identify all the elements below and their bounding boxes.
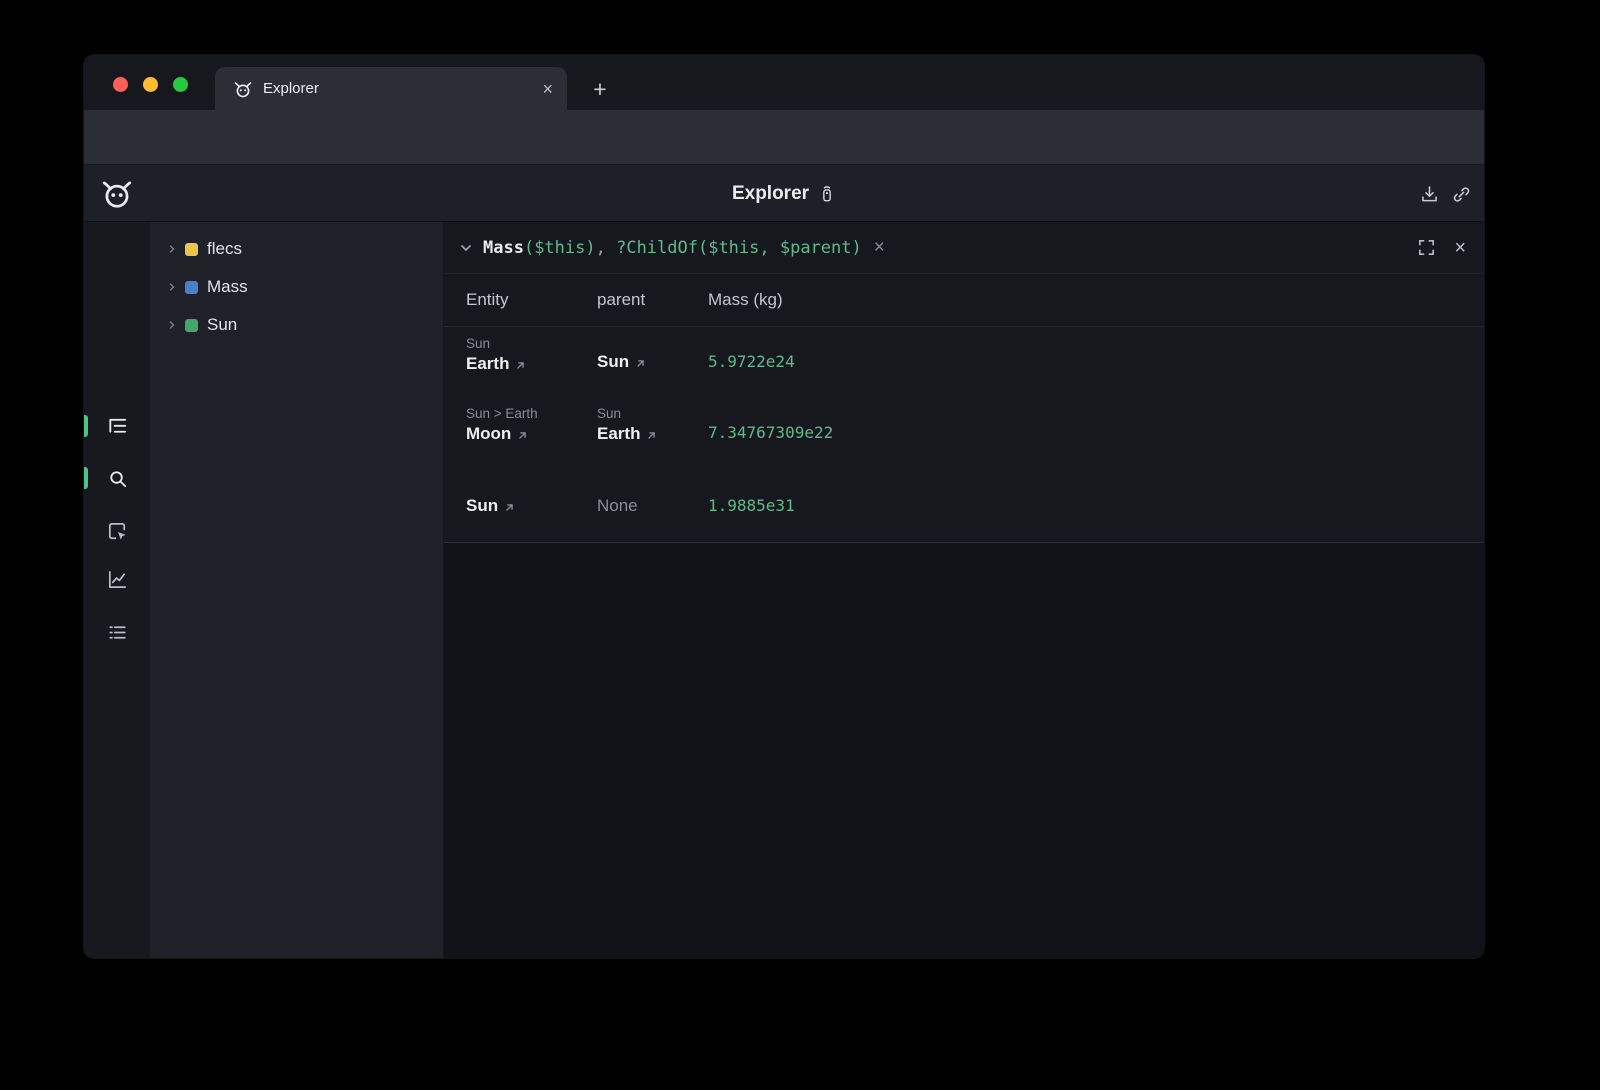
tab-strip: Explorer × + — [84, 55, 1484, 110]
entity-cell: Sun > Earth Moon — [466, 397, 597, 444]
column-header-mass: Mass (kg) — [708, 290, 1484, 310]
entity-link[interactable]: Moon — [466, 424, 511, 444]
entity-path: Sun > Earth — [466, 406, 597, 421]
tab-title: Explorer — [263, 80, 542, 97]
query-term-args: ($this) — [524, 238, 596, 258]
table-row: Sun Earth Sun — [444, 327, 1484, 397]
query-close-icon[interactable]: × — [1454, 238, 1466, 258]
memory-rows-icon — [106, 621, 129, 644]
desktop-background: Explorer × + flecs.dev — [0, 0, 1600, 1090]
column-header-parent: parent — [597, 290, 708, 310]
tree-item-label: Mass — [207, 277, 248, 297]
entity-color-swatch — [185, 319, 198, 332]
download-button[interactable] — [1414, 179, 1444, 209]
browser-tab[interactable]: Explorer × — [215, 67, 567, 110]
query-separator: , — [596, 238, 616, 258]
parent-cell: Sun — [597, 352, 708, 372]
parent-cell: Sun Earth — [597, 397, 708, 444]
chevron-right-icon[interactable] — [166, 243, 178, 255]
window-minimize-button[interactable] — [143, 77, 158, 92]
active-indicator — [84, 467, 88, 489]
query-term-ident: Mass — [483, 238, 524, 258]
chevron-down-icon[interactable] — [458, 240, 474, 256]
parent-path: Sun — [597, 406, 708, 421]
share-link-button[interactable] — [1446, 179, 1476, 209]
entity-cell: Sun Earth — [466, 327, 597, 374]
table-row: Sun None 1.9885e31 — [444, 469, 1484, 543]
remote-connection-icon[interactable] — [818, 185, 836, 203]
app-header: Explorer — [84, 165, 1484, 222]
parent-none-value: None — [597, 496, 638, 515]
page-title: Explorer — [732, 183, 809, 205]
query-expression-input[interactable]: Mass($this), ?ChildOf($this, $parent) — [483, 238, 862, 258]
tree-item-label: flecs — [207, 239, 242, 259]
entity-color-swatch — [185, 281, 198, 294]
app-content: flecs Mass Sun — [84, 222, 1484, 958]
parent-cell: None — [597, 496, 708, 516]
query-table-area: Mass($this), ?ChildOf($this, $parent) × … — [444, 222, 1484, 543]
entity-tree-panel: flecs Mass Sun — [150, 222, 444, 958]
flecs-favicon-icon — [233, 79, 253, 99]
memory-panel-button[interactable] — [102, 617, 132, 647]
tree-item-mass[interactable]: Mass — [150, 268, 435, 306]
browser-window: Explorer × + flecs.dev — [84, 55, 1484, 958]
query-clear-icon[interactable]: × — [874, 238, 885, 257]
new-tab-button[interactable]: + — [584, 73, 616, 105]
external-link-icon[interactable] — [635, 358, 646, 369]
line-chart-icon — [106, 568, 129, 591]
tree-outline-icon — [106, 415, 129, 438]
download-icon — [1419, 184, 1440, 205]
chevron-right-icon[interactable] — [166, 281, 178, 293]
mass-cell: 1.9885e31 — [708, 496, 1484, 516]
external-link-icon[interactable] — [504, 502, 515, 513]
table-row: Sun > Earth Moon Sun Earth — [444, 397, 1484, 469]
browser-toolbar: flecs.dev /explorer/ V — [84, 110, 1484, 165]
link-icon — [1451, 184, 1472, 205]
window-controls — [113, 77, 188, 92]
query-editor-bar: Mass($this), ?ChildOf($this, $parent) × … — [444, 222, 1484, 274]
app-title-group: Explorer — [84, 165, 1484, 222]
column-header-entity: Entity — [466, 290, 597, 310]
tree-item-sun[interactable]: Sun — [150, 306, 435, 344]
query-term-optional: ?ChildOf($this, $parent) — [616, 238, 862, 258]
tree-item-label: Sun — [207, 315, 237, 335]
tab-close-icon[interactable]: × — [542, 80, 553, 98]
mass-value: 1.9885e31 — [708, 496, 795, 515]
query-result-panel: Mass($this), ?ChildOf($this, $parent) × … — [444, 222, 1484, 958]
entity-link[interactable]: Earth — [466, 354, 509, 374]
parent-link[interactable]: Earth — [597, 424, 640, 444]
query-panel-button[interactable] — [102, 463, 132, 493]
inspect-cursor-icon — [106, 520, 129, 543]
active-indicator — [84, 415, 88, 437]
window-zoom-button[interactable] — [173, 77, 188, 92]
external-link-icon[interactable] — [517, 430, 528, 441]
search-icon — [106, 467, 129, 490]
chevron-right-icon[interactable] — [166, 319, 178, 331]
window-close-button[interactable] — [113, 77, 128, 92]
mass-value: 7.34767309e22 — [708, 423, 833, 442]
external-link-icon[interactable] — [646, 430, 657, 441]
mass-cell: 5.9722e24 — [708, 352, 1484, 372]
mass-value: 5.9722e24 — [708, 352, 795, 371]
external-link-icon[interactable] — [515, 360, 526, 371]
mass-cell: 7.34767309e22 — [708, 423, 1484, 443]
tool-sidebar — [84, 222, 150, 958]
tree-item-flecs[interactable]: flecs — [150, 230, 435, 268]
entity-cell: Sun — [466, 496, 597, 516]
inspect-panel-button[interactable] — [102, 516, 132, 546]
statistics-panel-button[interactable] — [102, 564, 132, 594]
entity-path: Sun — [466, 336, 597, 351]
parent-link[interactable]: Sun — [597, 352, 629, 372]
table-header-row: Entity parent Mass (kg) — [444, 274, 1484, 327]
entity-link[interactable]: Sun — [466, 496, 498, 516]
entity-color-swatch — [185, 243, 198, 256]
entity-tree-panel-button[interactable] — [102, 411, 132, 441]
fullscreen-icon[interactable] — [1417, 238, 1436, 257]
